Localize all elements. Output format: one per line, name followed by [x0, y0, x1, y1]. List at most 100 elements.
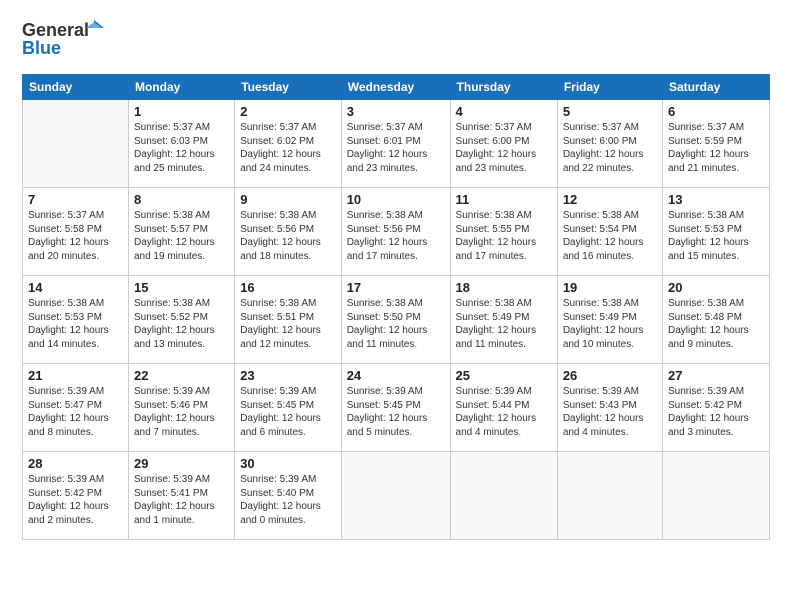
day-info: Sunrise: 5:38 AM Sunset: 5:51 PM Dayligh… — [240, 297, 336, 351]
day-number: 14 — [28, 280, 123, 295]
day-number: 23 — [240, 368, 336, 383]
day-info: Sunrise: 5:37 AM Sunset: 6:00 PM Dayligh… — [456, 121, 552, 175]
day-cell: 29 Sunrise: 5:39 AM Sunset: 5:41 PM Dayli… — [128, 452, 234, 540]
day-cell: 27 Sunrise: 5:39 AM Sunset: 5:42 PM Dayli… — [662, 364, 769, 452]
day-info: Sunrise: 5:38 AM Sunset: 5:57 PM Dayligh… — [134, 209, 229, 263]
day-number: 10 — [347, 192, 445, 207]
day-cell: 5Sunrise: 5:37 AM Sunset: 6:00 PM Daylig… — [557, 100, 662, 188]
day-cell — [662, 452, 769, 540]
day-cell: 8 Sunrise: 5:38 AM Sunset: 5:57 PM Daylig… — [128, 188, 234, 276]
day-info: Sunrise: 5:38 AM Sunset: 5:49 PM Dayligh… — [456, 297, 552, 351]
day-cell: 4 Sunrise: 5:37 AM Sunset: 6:00 PM Daylig… — [450, 100, 557, 188]
day-number: 9 — [240, 192, 336, 207]
day-info: Sunrise: 5:37 AM Sunset: 6:03 PM Dayligh… — [134, 121, 229, 175]
day-number: 7 — [28, 192, 123, 207]
col-thursday: Thursday — [450, 75, 557, 100]
week-row-1: 1 Sunrise: 5:37 AM Sunset: 6:03 PM Daylig… — [23, 100, 770, 188]
day-cell: 12 Sunrise: 5:38 AM Sunset: 5:54 PM Dayli… — [557, 188, 662, 276]
day-cell: 6 Sunrise: 5:37 AM Sunset: 5:59 PM Daylig… — [662, 100, 769, 188]
day-info: Sunrise: 5:39 AM Sunset: 5:41 PM Dayligh… — [134, 473, 229, 527]
day-info: Sunrise: 5:39 AM Sunset: 5:42 PM Dayligh… — [28, 473, 123, 527]
day-cell: 28 Sunrise: 5:39 AM Sunset: 5:42 PM Dayli… — [23, 452, 129, 540]
col-tuesday: Tuesday — [235, 75, 342, 100]
day-number: 2 — [240, 104, 336, 119]
day-info: Sunrise: 5:37 AM Sunset: 6:01 PM Dayligh… — [347, 121, 445, 175]
day-number: 8 — [134, 192, 229, 207]
day-info: Sunrise: 5:38 AM Sunset: 5:56 PM Dayligh… — [240, 209, 336, 263]
day-cell — [450, 452, 557, 540]
day-cell: 11 Sunrise: 5:38 AM Sunset: 5:55 PM Dayli… — [450, 188, 557, 276]
header: GeneralBlue — [22, 18, 770, 64]
day-cell: 22 Sunrise: 5:39 AM Sunset: 5:46 PM Dayli… — [128, 364, 234, 452]
day-number: 12 — [563, 192, 657, 207]
day-info: Sunrise: 5:38 AM Sunset: 5:55 PM Dayligh… — [456, 209, 552, 263]
day-info: Sunrise: 5:38 AM Sunset: 5:53 PM Dayligh… — [668, 209, 764, 263]
day-cell: 7 Sunrise: 5:37 AM Sunset: 5:58 PM Daylig… — [23, 188, 129, 276]
day-info: Sunrise: 5:39 AM Sunset: 5:47 PM Dayligh… — [28, 385, 123, 439]
day-info: Sunrise: 5:39 AM Sunset: 5:40 PM Dayligh… — [240, 473, 336, 527]
day-cell: 25 Sunrise: 5:39 AM Sunset: 5:44 PM Dayli… — [450, 364, 557, 452]
day-number: 13 — [668, 192, 764, 207]
col-monday: Monday — [128, 75, 234, 100]
day-number: 18 — [456, 280, 552, 295]
day-info: Sunrise: 5:39 AM Sunset: 5:42 PM Dayligh… — [668, 385, 764, 439]
day-info: Sunrise: 5:39 AM Sunset: 5:44 PM Dayligh… — [456, 385, 552, 439]
day-info: Sunrise: 5:38 AM Sunset: 5:53 PM Dayligh… — [28, 297, 123, 351]
day-cell: 14 Sunrise: 5:38 AM Sunset: 5:53 PM Dayli… — [23, 276, 129, 364]
day-cell — [557, 452, 662, 540]
day-info: Sunrise: 5:37 AM Sunset: 5:58 PM Dayligh… — [28, 209, 123, 263]
day-cell: 15 Sunrise: 5:38 AM Sunset: 5:52 PM Dayli… — [128, 276, 234, 364]
day-info: Sunrise: 5:37 AM Sunset: 6:02 PM Dayligh… — [240, 121, 336, 175]
day-cell: 10Sunrise: 5:38 AM Sunset: 5:56 PM Dayli… — [341, 188, 450, 276]
day-number: 28 — [28, 456, 123, 471]
day-number: 20 — [668, 280, 764, 295]
week-row-3: 14 Sunrise: 5:38 AM Sunset: 5:53 PM Dayli… — [23, 276, 770, 364]
page: GeneralBlue Sunday Monday Tuesday Wednes… — [0, 0, 792, 612]
svg-text:Blue: Blue — [22, 38, 61, 58]
day-cell: 9 Sunrise: 5:38 AM Sunset: 5:56 PM Daylig… — [235, 188, 342, 276]
day-number: 25 — [456, 368, 552, 383]
day-info: Sunrise: 5:38 AM Sunset: 5:54 PM Dayligh… — [563, 209, 657, 263]
logo: GeneralBlue — [22, 18, 112, 64]
day-number: 6 — [668, 104, 764, 119]
day-number: 22 — [134, 368, 229, 383]
week-row-5: 28 Sunrise: 5:39 AM Sunset: 5:42 PM Dayli… — [23, 452, 770, 540]
day-info: Sunrise: 5:39 AM Sunset: 5:45 PM Dayligh… — [240, 385, 336, 439]
day-info: Sunrise: 5:39 AM Sunset: 5:46 PM Dayligh… — [134, 385, 229, 439]
day-cell: 13 Sunrise: 5:38 AM Sunset: 5:53 PM Dayli… — [662, 188, 769, 276]
day-cell: 21Sunrise: 5:39 AM Sunset: 5:47 PM Dayli… — [23, 364, 129, 452]
day-number: 29 — [134, 456, 229, 471]
day-info: Sunrise: 5:39 AM Sunset: 5:45 PM Dayligh… — [347, 385, 445, 439]
day-info: Sunrise: 5:38 AM Sunset: 5:48 PM Dayligh… — [668, 297, 764, 351]
day-number: 1 — [134, 104, 229, 119]
day-cell: 2 Sunrise: 5:37 AM Sunset: 6:02 PM Daylig… — [235, 100, 342, 188]
col-sunday: Sunday — [23, 75, 129, 100]
day-number: 15 — [134, 280, 229, 295]
day-info: Sunrise: 5:38 AM Sunset: 5:49 PM Dayligh… — [563, 297, 657, 351]
week-row-4: 21Sunrise: 5:39 AM Sunset: 5:47 PM Dayli… — [23, 364, 770, 452]
day-info: Sunrise: 5:38 AM Sunset: 5:50 PM Dayligh… — [347, 297, 445, 351]
day-number: 30 — [240, 456, 336, 471]
day-info: Sunrise: 5:38 AM Sunset: 5:52 PM Dayligh… — [134, 297, 229, 351]
day-cell: 26Sunrise: 5:39 AM Sunset: 5:43 PM Dayli… — [557, 364, 662, 452]
day-info: Sunrise: 5:37 AM Sunset: 6:00 PM Dayligh… — [563, 121, 657, 175]
day-number: 4 — [456, 104, 552, 119]
day-cell: 1 Sunrise: 5:37 AM Sunset: 6:03 PM Daylig… — [128, 100, 234, 188]
day-number: 11 — [456, 192, 552, 207]
day-cell: 19 Sunrise: 5:38 AM Sunset: 5:49 PM Dayli… — [557, 276, 662, 364]
col-saturday: Saturday — [662, 75, 769, 100]
day-number: 24 — [347, 368, 445, 383]
day-cell: 24 Sunrise: 5:39 AM Sunset: 5:45 PM Dayli… — [341, 364, 450, 452]
day-number: 19 — [563, 280, 657, 295]
day-cell — [341, 452, 450, 540]
col-wednesday: Wednesday — [341, 75, 450, 100]
day-number: 16 — [240, 280, 336, 295]
day-cell: 18 Sunrise: 5:38 AM Sunset: 5:49 PM Dayli… — [450, 276, 557, 364]
day-number: 27 — [668, 368, 764, 383]
day-info: Sunrise: 5:39 AM Sunset: 5:43 PM Dayligh… — [563, 385, 657, 439]
day-cell: 16 Sunrise: 5:38 AM Sunset: 5:51 PM Dayli… — [235, 276, 342, 364]
day-cell: 17Sunrise: 5:38 AM Sunset: 5:50 PM Dayli… — [341, 276, 450, 364]
day-info: Sunrise: 5:37 AM Sunset: 5:59 PM Dayligh… — [668, 121, 764, 175]
day-cell: 3Sunrise: 5:37 AM Sunset: 6:01 PM Daylig… — [341, 100, 450, 188]
day-cell: 30 Sunrise: 5:39 AM Sunset: 5:40 PM Dayli… — [235, 452, 342, 540]
